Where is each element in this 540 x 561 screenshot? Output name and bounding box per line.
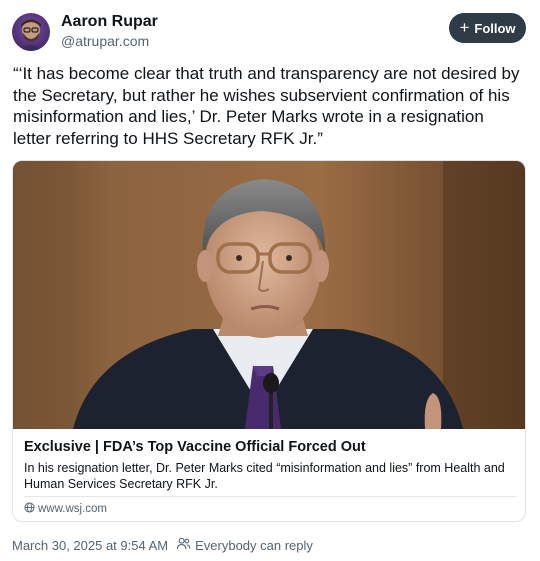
people-icon [176,537,191,553]
author-name[interactable]: Aaron Rupar [61,13,158,31]
post-text: “‘It has become clear that truth and tra… [13,64,520,148]
card-domain-text: www.wsj.com [38,503,108,515]
card-image [13,161,525,429]
card-domain[interactable]: www.wsj.com [24,502,107,516]
post-footer: March 30, 2025 at 9:54 AM Everybody can … [12,537,313,553]
avatar[interactable] [12,13,50,51]
reply-setting-label: Everybody can reply [195,537,313,553]
card-description: In his resignation letter, Dr. Peter Mar… [24,461,505,491]
card-divider [24,496,516,497]
link-card[interactable]: Exclusive | FDA’s Top Vaccine Official F… [12,160,526,522]
post: Aaron Rupar @atrupar.com + Follow “‘It h… [0,0,540,561]
author-handle[interactable]: @atrupar.com [61,33,149,49]
card-title[interactable]: Exclusive | FDA’s Top Vaccine Official F… [24,439,366,455]
globe-icon [24,502,35,516]
reply-setting: Everybody can reply [176,537,313,553]
follow-button[interactable]: + Follow [449,13,526,43]
post-timestamp[interactable]: March 30, 2025 at 9:54 AM [12,538,168,553]
follow-label: Follow [474,20,516,36]
plus-icon: + [459,17,470,37]
